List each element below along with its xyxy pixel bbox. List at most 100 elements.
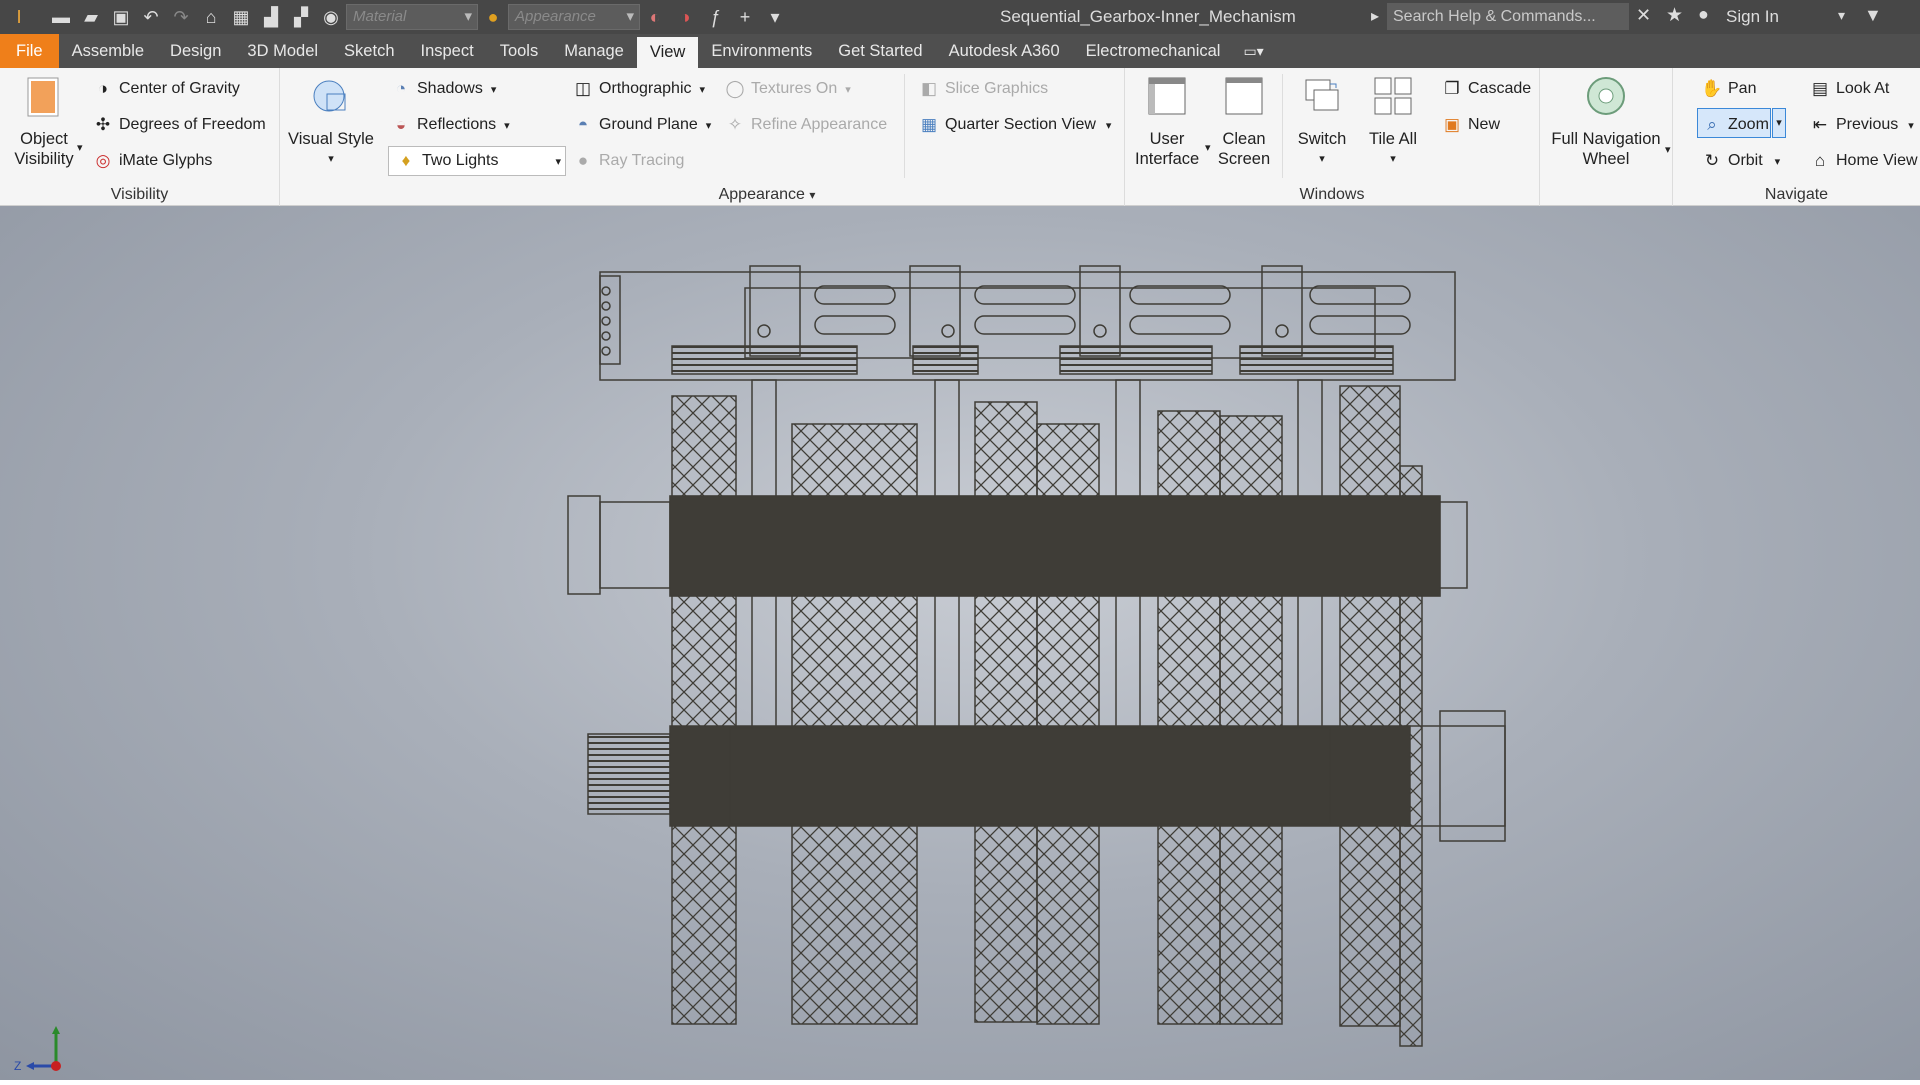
material-dropdown[interactable]: Material [346, 4, 478, 30]
visibility-panel-label: Visibility [110, 186, 169, 203]
tab-assemble[interactable]: Assemble [59, 34, 157, 68]
degrees-of-freedom-label: Degrees of Freedom [119, 116, 266, 133]
tab-file[interactable]: File [0, 34, 59, 68]
tab-3d-model[interactable]: 3D Model [234, 34, 331, 68]
zoom-button[interactable]: ⌕ Zoom [1701, 114, 1769, 136]
undo-icon[interactable]: ↶ [138, 4, 164, 30]
plus-icon[interactable]: + [732, 4, 758, 30]
tab-autodesk-a360[interactable]: Autodesk A360 [936, 34, 1073, 68]
appearance-dropdown[interactable]: Appearance [508, 4, 640, 30]
user-icon[interactable]: ● [1698, 4, 1709, 25]
sign-in-link[interactable]: Sign In [1726, 7, 1779, 27]
orbit-button[interactable]: ↻ Orbit ▾ [1701, 150, 1780, 172]
object-visibility-button[interactable]: Object Visibility [8, 74, 80, 169]
shift-block-bars [671, 345, 1394, 375]
chevron-down-icon: ▾ [1105, 119, 1112, 132]
slice-graphics-button[interactable]: ◧ Slice Graphics [918, 78, 1048, 100]
user-interface-button[interactable]: User Interface [1135, 74, 1199, 169]
imate-glyphs-icon: ◎ [95, 151, 111, 170]
tab-view[interactable]: View [636, 37, 699, 68]
chevron-down-icon: ▾ [328, 153, 334, 165]
open-folder-icon[interactable]: ▰ [78, 4, 104, 30]
select-icon[interactable]: ▟ [258, 4, 284, 30]
center-of-gravity-label: Center of Gravity [119, 80, 240, 97]
clean-screen-button[interactable]: Clean Screen [1213, 74, 1275, 169]
imate-glyphs-label: iMate Glyphs [119, 152, 213, 169]
title-bar: Ⅰ ▬ ▰ ▣ ↶ ↷ ⌂ ▦ ▟ ▞ ◉ Material ● Appeara… [0, 0, 1920, 34]
customize-icon[interactable]: ▾ [762, 4, 788, 30]
quarter-section-view-button[interactable]: ▦ Quarter Section View ▾ [918, 114, 1111, 136]
windows-panel-label: Windows [1299, 186, 1365, 203]
reflections-label: Reflections [417, 116, 497, 133]
adjust-appearance-icon[interactable]: ◐ [642, 4, 668, 30]
tile-all-button[interactable]: Tile All ▾ [1361, 74, 1425, 169]
search-input[interactable]: Search Help & Commands... [1387, 3, 1629, 30]
windows-panel: User Interface ▾ Clean Screen Switch ▾ T… [1125, 68, 1540, 206]
panel-toggle-icon[interactable]: ▭▾ [1233, 34, 1273, 68]
redo-icon[interactable]: ↷ [168, 4, 194, 30]
cart-icon[interactable]: ▼ [1864, 5, 1882, 26]
ground-plane-button[interactable]: ◓ Ground Plane ▾ [572, 114, 711, 136]
tab-tools[interactable]: Tools [487, 34, 552, 68]
star-icon[interactable]: ★ [1666, 4, 1683, 27]
orthographic-button[interactable]: ◫ Orthographic ▾ [572, 78, 705, 100]
tab-inspect[interactable]: Inspect [408, 34, 487, 68]
ribbon: Object Visibility ▾ ◑ Center of Gravity ✣… [0, 68, 1920, 206]
tab-get-started[interactable]: Get Started [825, 34, 935, 68]
zoom-dropdown[interactable]: ▾ [1772, 108, 1786, 138]
tab-electromechanical[interactable]: Electromechanical [1073, 34, 1234, 68]
switch-button[interactable]: Switch ▾ [1290, 74, 1354, 169]
lighting-value: Two Lights [422, 152, 499, 169]
chevron-down-icon: ▾ [809, 188, 816, 202]
degrees-of-freedom-button[interactable]: ✣ Degrees of Freedom [92, 114, 266, 136]
new-window-button[interactable]: ▣ New [1441, 114, 1500, 136]
home-view-button[interactable]: ⌂ Home View [1809, 150, 1918, 172]
imate-glyphs-button[interactable]: ◎ iMate Glyphs [92, 150, 213, 172]
inventor-logo-icon[interactable]: Ⅰ [6, 4, 32, 30]
previous-view-button[interactable]: ⇤ Previous ▾ [1809, 114, 1914, 136]
function-icon[interactable]: ƒ [702, 4, 728, 30]
shadows-button[interactable]: ◔ Shadows ▾ [390, 78, 497, 100]
full-navigation-wheel-button[interactable]: Full Navigation Wheel [1546, 74, 1666, 169]
chevron-down-icon[interactable]: ▾ [77, 141, 83, 154]
save-icon[interactable]: ▣ [108, 4, 134, 30]
chevron-down-icon[interactable]: ▾ [1665, 143, 1671, 156]
tab-manage[interactable]: Manage [551, 34, 637, 68]
zoom-magnifier-icon: ⌕ [1707, 115, 1717, 134]
visual-style-button[interactable]: Visual Style ▾ [288, 74, 374, 169]
look-at-button[interactable]: ▤ Look At [1809, 78, 1889, 100]
graphics-viewport[interactable]: Z [0, 206, 1920, 1080]
center-of-gravity-button[interactable]: ◑ Center of Gravity [92, 78, 240, 100]
color-wheel-icon[interactable]: ● [480, 4, 506, 30]
ray-tracing-button[interactable]: ● Ray Tracing [572, 150, 685, 172]
lightbulb-icon: ♦ [401, 151, 411, 170]
separator [1282, 74, 1283, 178]
chevron-down-icon[interactable]: ▾ [1838, 7, 1845, 24]
textures-on-button[interactable]: ◯ Textures On ▾ [724, 78, 850, 100]
pan-button[interactable]: ✋ Pan [1701, 78, 1756, 100]
chevron-down-icon[interactable]: ▾ [1205, 141, 1211, 154]
new-file-icon[interactable]: ▬ [48, 4, 74, 30]
cascade-button[interactable]: ❐ Cascade [1441, 78, 1531, 100]
textures-on-label: Textures On [751, 80, 838, 97]
shadows-icon: ◔ [395, 79, 407, 98]
gearbox-wireframe-model[interactable] [0, 206, 1920, 1080]
tab-environments[interactable]: Environments [698, 34, 825, 68]
measure-icon[interactable]: ▞ [288, 4, 314, 30]
clear-appearance-icon[interactable]: ◑ [672, 4, 698, 30]
section-view-icon: ▦ [920, 115, 938, 134]
exchange-icon[interactable]: ✕ [1636, 5, 1651, 26]
slice-graphics-label: Slice Graphics [945, 80, 1049, 97]
appearance-panel-label[interactable]: Appearance ▾ [410, 186, 1124, 204]
chevron-right-icon[interactable]: ▸ [1371, 6, 1379, 26]
update-icon[interactable]: ▦ [228, 4, 254, 30]
globe-icon[interactable]: ◉ [318, 4, 344, 30]
tab-design[interactable]: Design [157, 34, 234, 68]
reflections-button[interactable]: ◒ Reflections ▾ [390, 114, 510, 136]
tab-sketch[interactable]: Sketch [331, 34, 407, 68]
refine-appearance-button[interactable]: ✧ Refine Appearance [724, 114, 887, 136]
home-icon[interactable]: ⌂ [198, 4, 224, 30]
lighting-dropdown[interactable]: ♦ Two Lights ▾ [388, 146, 566, 176]
full-navigation-wheel-label-2: Wheel [1582, 150, 1630, 168]
ray-tracing-icon: ● [577, 151, 589, 170]
